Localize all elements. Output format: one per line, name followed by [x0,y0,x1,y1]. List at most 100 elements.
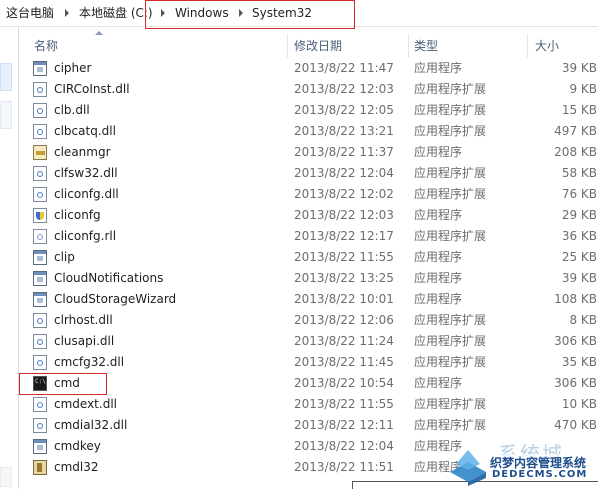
file-name: CloudNotifications [54,271,164,285]
file-row[interactable]: CloudNotifications 2013/8/22 13:25 应用程序 39 … [0,268,598,289]
file-date: 2013/8/22 12:05 [294,103,394,117]
resource-file-icon [33,229,47,244]
file-name: cmdext.dll [54,397,117,411]
file-type: 应用程序扩展 [414,82,487,96]
file-size: 36 KB [561,229,597,243]
file-name: clrhost.dll [54,313,113,327]
file-date: 2013/8/22 12:04 [294,166,394,180]
file-date: 2013/8/22 12:17 [294,229,394,243]
file-row[interactable]: clb.dll 2013/8/22 12:05 应用程序扩展 15 KB [0,100,598,121]
file-type: 应用程序扩展 [414,313,487,327]
file-date: 2013/8/22 13:21 [294,124,394,138]
column-header-name[interactable]: 名称 [34,34,58,58]
file-size: 39 KB [561,271,597,285]
file-row[interactable]: cipher 2013/8/22 11:47 应用程序 39 KB [0,58,598,79]
file-date: 2013/8/22 12:11 [294,418,394,432]
file-row[interactable]: clrhost.dll 2013/8/22 12:06 应用程序扩展 8 KB [0,310,598,331]
connection-manager-icon [33,460,47,475]
highlight-box-cmd [19,373,107,395]
file-date: 2013/8/22 12:03 [294,82,394,96]
file-size: 306 KB [554,334,597,348]
file-name: cliconfg.rll [54,229,117,243]
file-size: 497 KB [554,124,597,138]
file-type: 应用程序 [414,145,463,159]
file-name: clfsw32.dll [54,166,118,180]
file-date: 2013/8/22 12:04 [294,439,394,453]
file-row[interactable]: cliconfg.dll 2013/8/22 12:02 应用程序扩展 76 KB [0,184,598,205]
watermark-text-domain: DEDECMS.COM [492,469,588,480]
file-name: cmcfg32.dll [54,355,125,369]
file-date: 2013/8/22 10:54 [294,376,394,390]
file-type: 应用程序 [414,250,463,264]
application-icon [33,250,47,265]
file-name: cleanmgr [54,145,111,159]
file-type: 应用程序扩展 [414,103,487,117]
file-size: 35 KB [561,355,597,369]
file-name: clusapi.dll [54,334,115,348]
file-row[interactable]: clbcatq.dll 2013/8/22 13:21 应用程序扩展 497 KB [0,121,598,142]
file-date: 2013/8/22 11:55 [294,397,394,411]
file-type: 应用程序 [414,61,463,75]
file-size: 9 KB [569,82,597,96]
file-date: 2013/8/22 11:51 [294,460,394,474]
file-name: cmdial32.dll [54,418,128,432]
file-row[interactable]: cliconfg.rll 2013/8/22 12:17 应用程序扩展 36 KB [0,226,598,247]
dll-file-icon [33,355,47,370]
file-date: 2013/8/22 12:03 [294,208,394,222]
file-name: cliconfg [54,208,101,222]
file-size: 10 KB [561,397,597,411]
file-size: 29 KB [561,208,597,222]
file-date: 2013/8/22 12:06 [294,313,394,327]
file-name: cmdl32 [54,460,99,474]
file-row[interactable]: cmdial32.dll 2013/8/22 12:11 应用程序扩展 470 KB [0,415,598,436]
file-date: 2013/8/22 11:45 [294,355,394,369]
file-type: 应用程序扩展 [414,229,487,243]
file-date: 2013/8/22 11:47 [294,61,394,75]
dll-file-icon [33,418,47,433]
file-size: 39 KB [561,61,597,75]
column-header-type[interactable]: 类型 [414,34,438,58]
dll-file-icon [33,334,47,349]
file-row[interactable]: clfsw32.dll 2013/8/22 12:04 应用程序扩展 58 KB [0,163,598,184]
application-icon [33,439,47,454]
file-name: CIRCoInst.dll [54,82,130,96]
file-date: 2013/8/22 11:37 [294,145,394,159]
file-size: 208 KB [554,145,597,159]
file-name: cmdkey [54,439,101,453]
sort-ascending-icon [95,31,103,35]
dll-file-icon [33,82,47,97]
file-date: 2013/8/22 10:01 [294,292,394,306]
file-row[interactable]: CloudStorageWizard 2013/8/22 10:01 应用程序 108… [0,289,598,310]
application-icon [33,292,47,307]
breadcrumb-this-pc[interactable]: 这台电脑 [6,5,54,21]
file-size: 58 KB [561,166,597,180]
column-divider[interactable] [408,34,409,58]
file-row[interactable]: clip 2013/8/22 11:55 应用程序 25 KB [0,247,598,268]
file-name: cipher [54,61,92,75]
column-divider[interactable] [527,34,528,58]
file-name: clb.dll [54,103,90,117]
watermark-logo-icon [450,450,486,486]
file-date: 2013/8/22 12:02 [294,187,394,201]
watermark: 系统城 织梦内容管理系统 DEDECMS.COM [440,438,598,489]
file-row[interactable]: cmcfg32.dll 2013/8/22 11:45 应用程序扩展 35 KB [0,352,598,373]
dll-file-icon [33,124,47,139]
column-divider[interactable] [287,34,288,58]
file-row[interactable]: cliconfg 2013/8/22 12:03 应用程序 29 KB [0,205,598,226]
file-row[interactable]: CIRCoInst.dll 2013/8/22 12:03 应用程序扩展 9 KB [0,79,598,100]
breadcrumb-local-disk[interactable]: 本地磁盘 (C:) [79,5,153,21]
disk-cleanup-icon [33,145,47,160]
dll-file-icon [33,166,47,181]
column-header-date[interactable]: 修改日期 [294,34,342,58]
file-size: 108 KB [554,292,597,306]
file-row[interactable]: clusapi.dll 2013/8/22 11:24 应用程序扩展 306 KB [0,331,598,352]
chevron-right-icon[interactable] [65,9,69,17]
file-row[interactable]: cmdext.dll 2013/8/22 11:55 应用程序扩展 10 KB [0,394,598,415]
file-type: 应用程序扩展 [414,418,487,432]
file-type: 应用程序扩展 [414,187,487,201]
file-type: 应用程序扩展 [414,355,487,369]
application-icon [33,61,47,76]
column-header-size[interactable]: 大小 [535,34,559,58]
file-row[interactable]: cleanmgr 2013/8/22 11:37 应用程序 208 KB [0,142,598,163]
file-type: 应用程序扩展 [414,334,487,348]
